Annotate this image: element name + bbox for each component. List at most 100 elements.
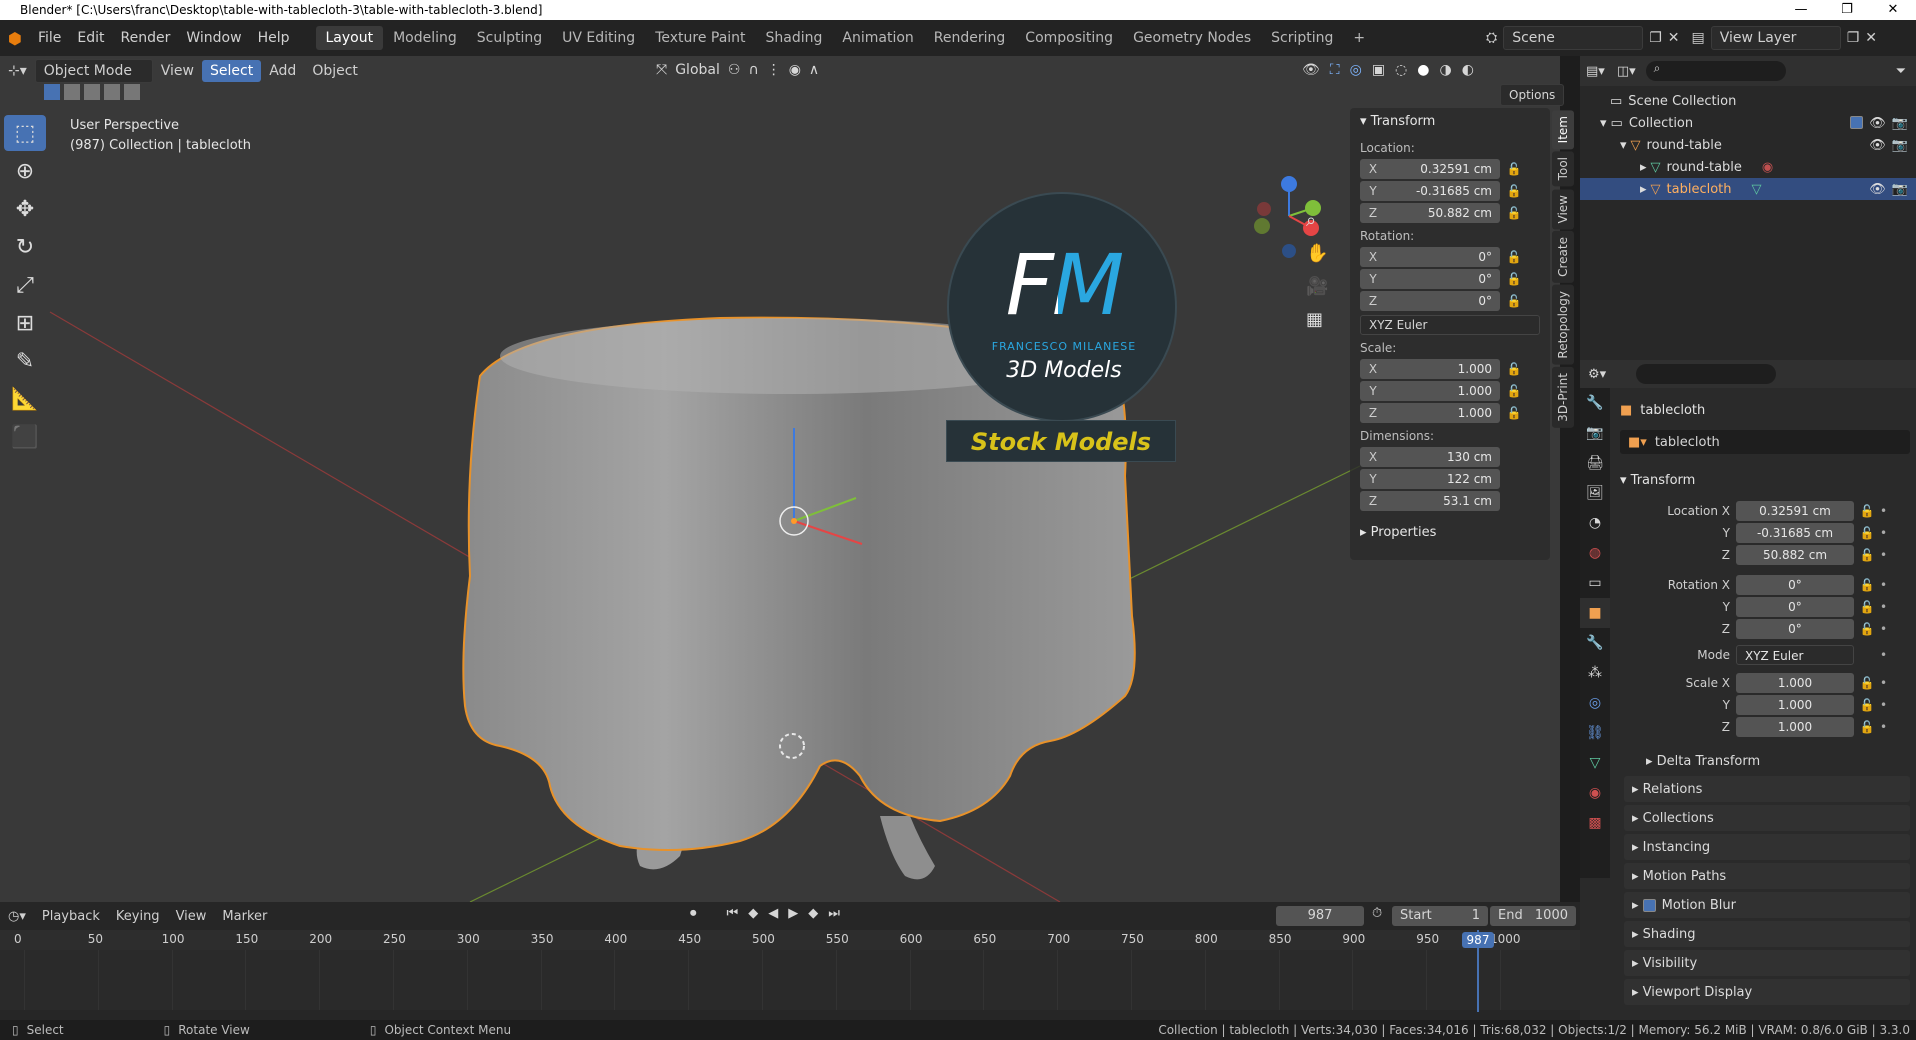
prop-rotation-z[interactable]: Z 0° 🔓 • bbox=[1620, 618, 1910, 640]
select-new-icon[interactable] bbox=[44, 84, 60, 100]
panel-viewport-display[interactable]: ▸ Viewport Display bbox=[1624, 979, 1910, 1005]
tab-item[interactable]: Item bbox=[1552, 110, 1574, 150]
location-y-field[interactable]: Y -0.31685 cm 🔓 bbox=[1360, 181, 1550, 201]
object-tab-icon[interactable]: ■ bbox=[1580, 598, 1610, 628]
workspace-tab-layout[interactable]: Layout bbox=[315, 26, 384, 50]
menu-select[interactable]: Select bbox=[202, 60, 262, 82]
panel-collections[interactable]: ▸ Collections bbox=[1624, 805, 1910, 831]
rotation-y-field[interactable]: Y 0° 🔓 bbox=[1360, 269, 1550, 289]
motion-blur-checkbox[interactable] bbox=[1642, 898, 1656, 912]
tab-create[interactable]: Create bbox=[1552, 231, 1574, 283]
move-tool-icon[interactable]: ✥ bbox=[4, 191, 46, 227]
output-tab-icon[interactable]: 🖨 bbox=[1580, 448, 1610, 478]
transform-panel-header[interactable]: ▾ Transform bbox=[1350, 108, 1550, 135]
workspace-tab-uv-editing[interactable]: UV Editing bbox=[552, 26, 645, 50]
maximize-button[interactable]: ❐ bbox=[1824, 0, 1870, 20]
workspace-tab-animation[interactable]: Animation bbox=[832, 26, 923, 50]
location-z-field[interactable]: Z 50.882 cm 🔓 bbox=[1360, 203, 1550, 223]
view-layer-tab-icon[interactable]: 🖼 bbox=[1580, 478, 1610, 508]
select-extend-icon[interactable] bbox=[64, 84, 80, 100]
snap-target-icon[interactable]: ⋮ bbox=[767, 62, 781, 78]
ortho-toggle-icon[interactable]: ▦ bbox=[1306, 309, 1328, 330]
editor-type-icon[interactable]: ⊹▾ bbox=[0, 60, 35, 82]
end-frame-field[interactable]: End 1000 bbox=[1490, 906, 1576, 926]
panel-relations[interactable]: ▸ Relations bbox=[1624, 776, 1910, 802]
scene-icon[interactable]: ⛭ bbox=[1486, 30, 1497, 46]
start-frame-field[interactable]: Start 1 bbox=[1392, 906, 1488, 926]
rotate-tool-icon[interactable]: ↻ bbox=[4, 229, 46, 265]
solid-shading-icon[interactable]: ● bbox=[1417, 62, 1429, 78]
outliner-type-icon[interactable]: ▤▾ bbox=[1586, 64, 1605, 79]
minimize-button[interactable]: — bbox=[1778, 0, 1824, 20]
transform-section-header[interactable]: ▾ Transform bbox=[1620, 466, 1695, 494]
prop-location-x[interactable]: Location X 0.32591 cm 🔓 • bbox=[1620, 500, 1910, 522]
dimension-x-field[interactable]: X 130 cm bbox=[1360, 447, 1550, 467]
menu-edit[interactable]: Edit bbox=[69, 30, 112, 46]
rotation-z-field[interactable]: Z 0° 🔓 bbox=[1360, 291, 1550, 311]
new-view-layer-icon[interactable]: ❐ bbox=[1847, 30, 1860, 46]
prop-rotation-y[interactable]: Y 0° 🔓 • bbox=[1620, 596, 1910, 618]
mode-selector[interactable]: Object Mode bbox=[34, 59, 153, 83]
record-icon[interactable]: ⏺ bbox=[690, 906, 697, 921]
panel-delta-transform[interactable]: ▸ Delta Transform bbox=[1638, 748, 1910, 774]
collection-tab-icon[interactable]: ▭ bbox=[1580, 568, 1610, 598]
modifier-tab-icon[interactable]: 🔧 bbox=[1580, 628, 1610, 658]
workspace-tab-texture-paint[interactable]: Texture Paint bbox=[645, 26, 755, 50]
transform-orientation-icon[interactable]: ⤧ bbox=[656, 62, 667, 78]
menu-file[interactable]: File bbox=[30, 30, 69, 46]
rotation-mode-dropdown[interactable]: XYZ Euler bbox=[1360, 315, 1540, 335]
visibility-icon[interactable]: 👁 bbox=[1302, 62, 1320, 78]
menu-window[interactable]: Window bbox=[178, 30, 249, 46]
object-name-field[interactable]: ■▾ tablecloth bbox=[1620, 430, 1910, 454]
wireframe-shading-icon[interactable]: ◌ bbox=[1395, 62, 1407, 78]
physics-tab-icon[interactable]: ◎ bbox=[1580, 688, 1610, 718]
transform-tool-icon[interactable]: ⊞ bbox=[4, 305, 46, 341]
tab-view[interactable]: View bbox=[1552, 188, 1574, 230]
jump-end-icon[interactable]: ⏭ bbox=[828, 906, 840, 921]
prop-scale-x[interactable]: Scale X 1.000 🔓 • bbox=[1620, 672, 1910, 694]
stopwatch-icon[interactable]: ⏱ bbox=[1372, 906, 1382, 921]
outliner-item-round-table[interactable]: ▾ ▽ round-table 👁 📷 bbox=[1580, 134, 1916, 156]
blender-logo-icon[interactable]: ⬢ bbox=[0, 29, 30, 48]
pan-hand-icon[interactable]: ✋ bbox=[1306, 243, 1328, 264]
cursor-tool-icon[interactable]: ⊕ bbox=[4, 153, 46, 189]
dimension-z-field[interactable]: Z 53.1 cm bbox=[1360, 491, 1550, 511]
prev-keyframe-icon[interactable]: ◆ bbox=[748, 906, 758, 921]
delete-view-layer-icon[interactable]: ✕ bbox=[1865, 30, 1877, 46]
timeline-ruler[interactable]: 0 50 100 150 200 250 300 350 400 450 500 550 600 650 7… bbox=[0, 930, 1580, 950]
measure-tool-icon[interactable]: 📐 bbox=[4, 381, 46, 417]
display-mode-icon[interactable]: ◫▾ bbox=[1617, 64, 1636, 79]
outliner-item-round-table-mesh[interactable]: ▸ ▽ round-table ◉ bbox=[1580, 156, 1916, 178]
add-cube-tool-icon[interactable]: ⬛ bbox=[4, 419, 46, 455]
delete-scene-icon[interactable]: ✕ bbox=[1668, 30, 1680, 46]
properties-search-input[interactable] bbox=[1636, 364, 1777, 384]
snap-icon[interactable]: ∩ bbox=[748, 62, 758, 78]
panel-visibility[interactable]: ▸ Visibility bbox=[1624, 950, 1910, 976]
xray-icon[interactable]: ▣ bbox=[1372, 62, 1385, 78]
prop-rotation-mode[interactable]: Mode XYZ Euler • bbox=[1620, 644, 1910, 666]
panel-instancing[interactable]: ▸ Instancing bbox=[1624, 834, 1910, 860]
scale-tool-icon[interactable]: ⤢ bbox=[4, 267, 46, 303]
orientation-selector[interactable]: Global bbox=[675, 62, 720, 78]
tab-retopology[interactable]: Retopology bbox=[1552, 285, 1574, 365]
menu-playback[interactable]: Playback bbox=[34, 906, 108, 927]
current-frame-field[interactable]: 987 bbox=[1276, 906, 1364, 926]
prop-location-y[interactable]: Y -0.31685 cm 🔓 • bbox=[1620, 522, 1910, 544]
particles-tab-icon[interactable]: ⁂ bbox=[1580, 658, 1610, 688]
constraints-tab-icon[interactable]: ⛓ bbox=[1580, 718, 1610, 748]
workspace-tab-sculpting[interactable]: Sculpting bbox=[467, 26, 552, 50]
jump-start-icon[interactable]: ⏮ bbox=[727, 906, 739, 921]
overlay-icon[interactable]: ◎ bbox=[1350, 62, 1362, 78]
timeline-track[interactable] bbox=[0, 950, 1580, 1010]
pivot-icon[interactable]: ⚇ bbox=[728, 62, 741, 78]
material-shading-icon[interactable]: ◑ bbox=[1439, 62, 1451, 78]
menu-object[interactable]: Object bbox=[304, 60, 366, 82]
outliner-item-tablecloth[interactable]: ▸ ▽ tablecloth ▽ 👁 📷 bbox=[1580, 178, 1916, 200]
gizmo-icon[interactable]: ⛶ bbox=[1330, 62, 1340, 78]
prop-scale-z[interactable]: Z 1.000 🔓 • bbox=[1620, 716, 1910, 738]
world-tab-icon[interactable]: ◍ bbox=[1580, 538, 1610, 568]
tab-3d-print[interactable]: 3D-Print bbox=[1552, 366, 1574, 428]
menu-marker[interactable]: Marker bbox=[214, 906, 275, 927]
outliner-scene-collection[interactable]: ▭ Scene Collection bbox=[1580, 90, 1916, 112]
scene-selector[interactable]: Scene bbox=[1503, 26, 1644, 50]
